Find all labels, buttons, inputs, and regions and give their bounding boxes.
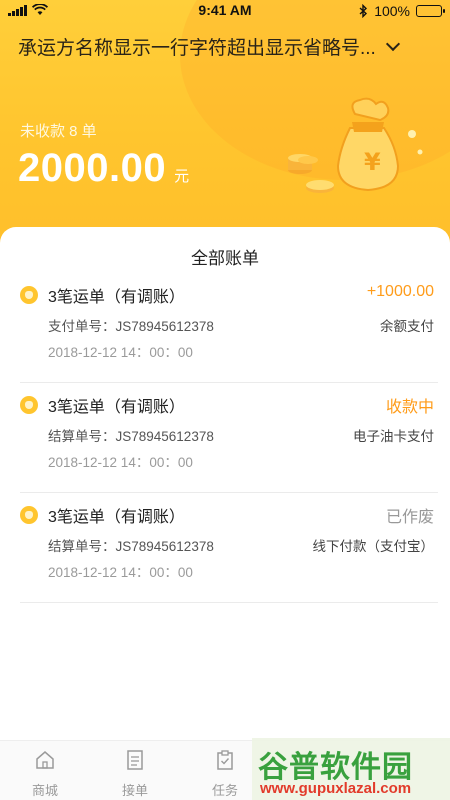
- bill-card: 全部账单 3笔运单（有调账） +1000.00 支付单号：JS789456123…: [0, 227, 450, 767]
- bill-number: 结算单号：JS78945612378: [48, 429, 214, 444]
- bill-status: +1000.00: [366, 283, 434, 300]
- header-banner: 9:41 AM 100% 承运方名称显示一行字符超出显示省略号... 未收款 8…: [0, 0, 450, 250]
- bill-title: 3笔运单（有调账）: [48, 509, 185, 526]
- amount-row: 2000.00 元: [18, 146, 189, 191]
- bill-number: 支付单号：JS78945612378: [48, 319, 214, 334]
- bill-title: 3笔运单（有调账）: [48, 399, 185, 416]
- money-bag-small-icon: [20, 506, 38, 524]
- currency-unit: 元: [174, 168, 190, 185]
- svg-text:¥: ¥: [364, 148, 381, 176]
- tab-label: 商城: [31, 783, 58, 798]
- bluetooth-icon: [359, 4, 368, 18]
- bill-number: 结算单号：JS78945612378: [48, 539, 214, 554]
- battery-percent: 100%: [374, 3, 410, 19]
- carrier-selector[interactable]: 承运方名称显示一行字符超出显示省略号...: [18, 33, 438, 60]
- tab-mall[interactable]: 商城: [15, 749, 75, 799]
- bill-title: 3笔运单（有调账）: [48, 289, 185, 306]
- bill-status: 收款中: [385, 399, 434, 416]
- uncollected-amount: 2000.00: [18, 146, 167, 190]
- bill-item[interactable]: 3笔运单（有调账） 已作废 结算单号：JS78945612378 线下付款（支付…: [20, 493, 438, 603]
- bill-status: 已作废: [385, 509, 434, 526]
- bill-time: 2018-12-12 14：00：00: [48, 345, 193, 360]
- money-bag-icon: ¥: [288, 97, 423, 193]
- bills-title: 全部账单: [191, 249, 259, 268]
- money-bag-small-icon: [20, 286, 38, 304]
- bill-time: 2018-12-12 14：00：00: [48, 565, 193, 580]
- bill-item[interactable]: 3笔运单（有调账） 收款中 结算单号：JS78945612378 电子油卡支付 …: [20, 383, 438, 493]
- bill-item[interactable]: 3笔运单（有调账） +1000.00 支付单号：JS78945612378 余额…: [20, 273, 438, 383]
- status-right: 100%: [359, 3, 445, 19]
- money-bag-small-icon: [20, 396, 38, 414]
- payment-method: 线下付款（支付宝）: [312, 539, 435, 554]
- document-icon: [127, 750, 143, 770]
- tab-label: 任务: [211, 783, 238, 798]
- watermark-url: www.gupuxlazal.com: [260, 780, 412, 797]
- clipboard-icon: [217, 750, 233, 770]
- chevron-down-icon: [385, 36, 400, 51]
- payment-method: 电子油卡支付: [353, 429, 434, 444]
- tab-tasks[interactable]: 任务: [195, 749, 255, 799]
- tab-orders[interactable]: 接单: [105, 749, 165, 799]
- home-icon: [36, 751, 54, 769]
- payment-method: 余额支付: [380, 319, 434, 334]
- status-bar: 9:41 AM 100%: [0, 0, 450, 22]
- bill-time: 2018-12-12 14：00：00: [48, 455, 193, 470]
- tab-label: 接单: [121, 783, 148, 798]
- watermark-overlay: 谷普软件园 www.gupuxlazal.com: [252, 738, 450, 800]
- uncollected-count: 未收款 8 单: [20, 123, 97, 140]
- carrier-name: 承运方名称显示一行字符超出显示省略号...: [18, 38, 376, 59]
- battery-icon: [416, 5, 445, 17]
